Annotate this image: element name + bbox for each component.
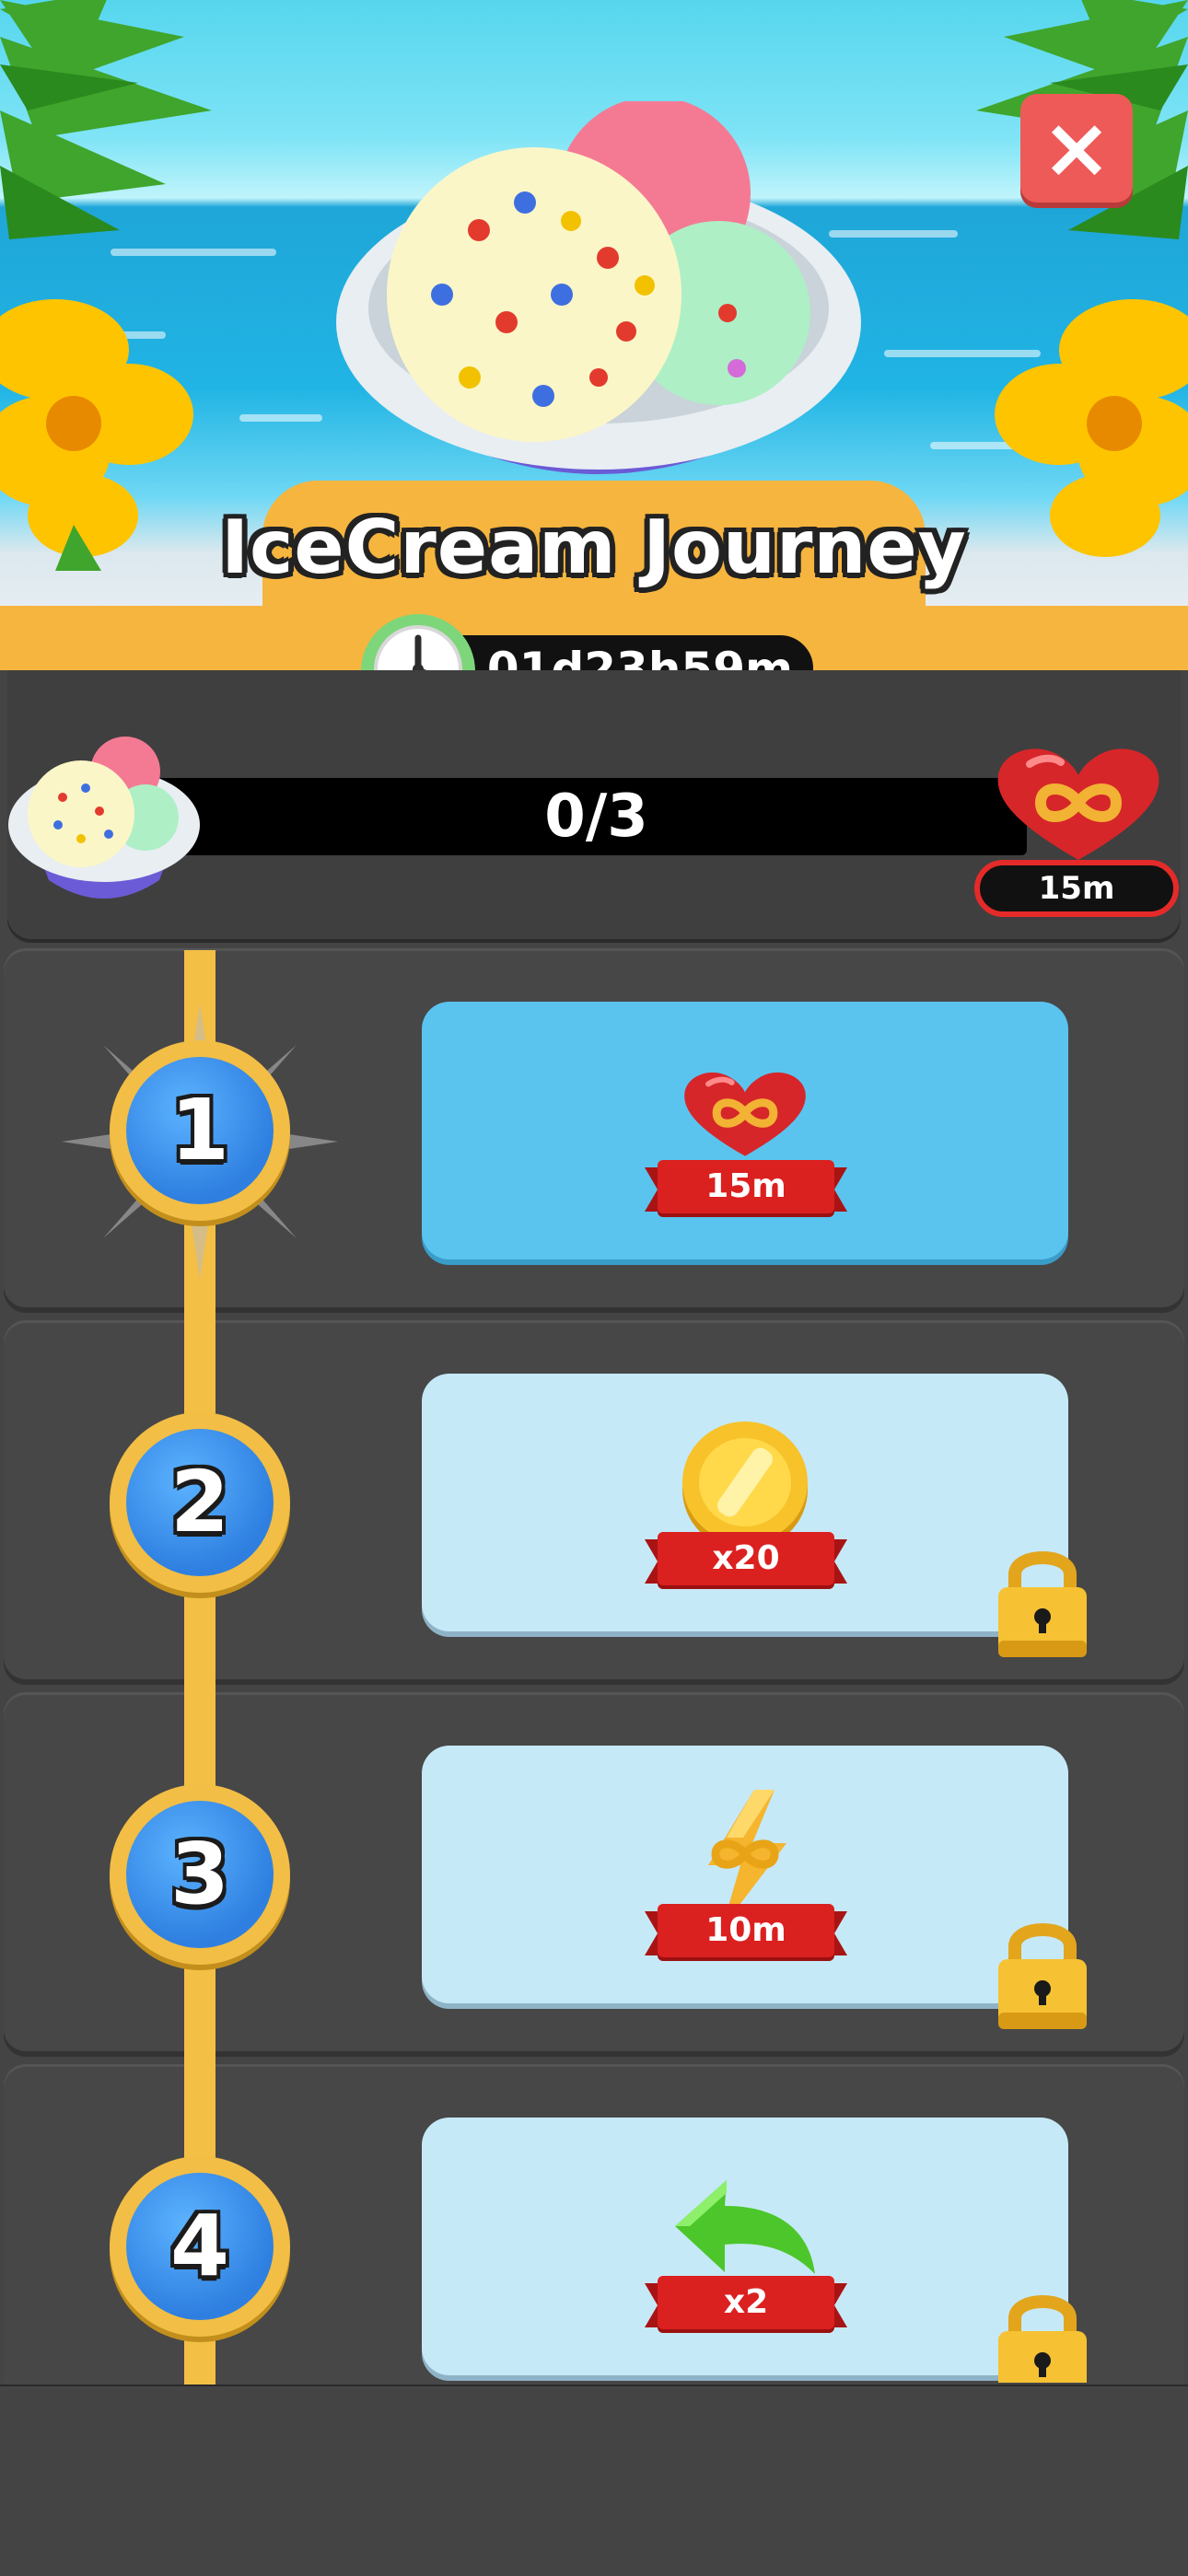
page-title: IceCream Journey	[221, 505, 967, 590]
step-number: 1	[169, 1081, 229, 1179]
lock-icon	[998, 1923, 1087, 2029]
step-node-3: 3	[110, 1784, 290, 1965]
step-node-4: 4	[110, 2156, 290, 2337]
reward-amount: x20	[712, 1539, 780, 1577]
reward-ribbon: x2	[645, 2267, 847, 2331]
reward-ribbon: 15m	[645, 1151, 847, 1215]
reward-timer-label: 15m	[1038, 870, 1115, 907]
lock-icon	[998, 2295, 1087, 2383]
progress-ice-cream-icon	[8, 737, 200, 899]
close-icon: ×	[1041, 99, 1112, 197]
step-node-2: 2	[110, 1412, 290, 1593]
step-number: 3	[169, 1825, 229, 1923]
reward-amount: 15m	[705, 1167, 786, 1205]
step-number: 2	[169, 1453, 229, 1551]
reward-amount: 10m	[705, 1911, 786, 1949]
step-node-1: 1	[110, 1040, 290, 1221]
lock-clip	[995, 2283, 1090, 2383]
close-button[interactable]: ×	[1020, 94, 1133, 203]
lock-icon	[998, 1551, 1087, 1657]
step-number: 4	[169, 2197, 229, 2295]
ice-cream-bowl-icon	[336, 101, 861, 474]
bottom-area	[0, 2385, 1188, 2576]
reward-ribbon: 10m	[645, 1895, 847, 1959]
progress-label: 0/3	[544, 783, 648, 851]
reward-amount: x2	[723, 2283, 769, 2321]
infinite-heart-icon	[997, 748, 1159, 860]
reward-ribbon: x20	[645, 1523, 847, 1587]
